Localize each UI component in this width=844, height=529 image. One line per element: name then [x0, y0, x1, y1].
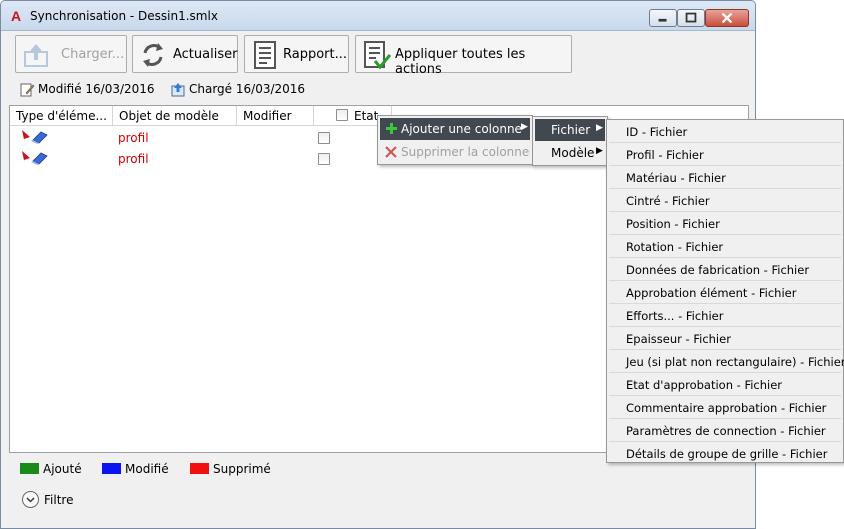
report-icon [254, 41, 276, 69]
column-option[interactable]: Rotation - Fichier [609, 235, 841, 258]
column-option-label: Profil - Fichier [626, 148, 704, 162]
column-option[interactable]: Cintré - Fichier [609, 189, 841, 212]
loaded-label: Chargé 16/03/2016 [189, 82, 306, 96]
submenu-item-fichier[interactable]: Fichier ▶ [535, 119, 605, 141]
column-option[interactable]: Position - Fichier [609, 212, 841, 235]
apply-checklist-icon [364, 41, 391, 70]
close-icon [721, 12, 733, 24]
column-option-label: Etat d'approbation - Fichier [626, 378, 783, 392]
submenu-item-modele[interactable]: Modèle ▶ [535, 142, 605, 164]
objet-cell: profil [118, 152, 149, 166]
column-option[interactable]: Approbation élément - Fichier [609, 281, 841, 304]
modified-label: Modifié 16/03/2016 [38, 82, 155, 96]
plus-icon [386, 123, 397, 134]
column-option-label: ID - Fichier [626, 125, 688, 139]
legend-label: Supprimé [213, 462, 271, 476]
charger-label: Charger... [61, 47, 125, 62]
etat-select-all-checkbox[interactable] [336, 109, 348, 121]
column-option-label: Commentaire approbation - Fichier [626, 401, 827, 415]
appliquer-label: Appliquer toutes les actions [395, 47, 526, 77]
loaded-document-icon [171, 83, 185, 97]
column-option-label: Epaisseur - Fichier [626, 332, 731, 346]
column-option-label: Cintré - Fichier [626, 194, 710, 208]
rapport-button[interactable]: Rapport... [244, 35, 349, 73]
chevron-down-icon [22, 491, 39, 508]
maximize-button[interactable] [677, 9, 705, 27]
filter-label: Filtre [44, 493, 74, 507]
menu-item-label: Ajouter une colonne [401, 122, 522, 136]
rapport-label: Rapport... [283, 47, 348, 62]
column-option[interactable]: Paramètres de connection - Fichier [609, 419, 841, 442]
column-option-label: Matériau - Fichier [626, 171, 726, 185]
column-option[interactable]: Commentaire approbation - Fichier [609, 396, 841, 419]
column-header-modifier[interactable]: Modifier [237, 106, 314, 126]
column-option[interactable]: Efforts... - Fichier [609, 304, 841, 327]
submenu-arrow-icon: ▶ [521, 122, 528, 132]
column-option[interactable]: Profil - Fichier [609, 143, 841, 166]
legend-swatch [102, 463, 121, 474]
submenu-item-label: Modèle [551, 146, 595, 160]
column-option[interactable]: Jeu (si plat non rectangulaire) - Fichie… [609, 350, 844, 373]
window-title: Synchronisation - Dessin1.smlx [30, 9, 218, 23]
actualiser-button[interactable]: Actualiser [132, 35, 238, 73]
objet-cell: profil [118, 131, 149, 145]
menu-item-label: Supprimer la colonne [401, 145, 530, 159]
actualiser-label: Actualiser [173, 47, 238, 62]
charger-button[interactable]: Charger... [15, 35, 127, 73]
column-option[interactable]: Détails de groupe de grille - Fichier [609, 442, 841, 465]
maximize-icon [685, 12, 697, 23]
menu-item-ajouter-colonne[interactable]: Ajouter une colonne ▶ [380, 118, 530, 140]
column-header-type[interactable]: Type d'éléme... [10, 106, 113, 126]
column-option-label: Données de fabrication - Fichier [626, 263, 810, 277]
edit-document-icon [20, 83, 35, 97]
column-option-label: Détails de groupe de grille - Fichier [626, 447, 828, 461]
etat-checkbox[interactable] [318, 153, 330, 165]
column-option-label: Approbation élément - Fichier [626, 286, 797, 300]
autocad-logo-icon: A [11, 8, 22, 24]
refresh-icon [143, 43, 163, 67]
column-option-label: Efforts... - Fichier [626, 309, 724, 323]
legend-label: Ajouté [43, 462, 82, 476]
upload-icon [24, 44, 48, 67]
legend-swatch [190, 463, 209, 474]
submenu-item-label: Fichier [551, 123, 591, 137]
legend-swatch [20, 463, 39, 474]
column-option[interactable]: ID - Fichier [609, 120, 841, 143]
appliquer-button[interactable]: Appliquer toutes les actions [355, 35, 572, 77]
column-context-menu: Ajouter une colonne ▶ Supprimer la colon… [377, 115, 533, 165]
title-bar[interactable]: A Synchronisation - Dessin1.smlx [1, 1, 755, 31]
column-option[interactable]: Etat d'approbation - Fichier [609, 373, 841, 396]
close-button[interactable] [705, 9, 749, 27]
minimize-button[interactable] [649, 9, 677, 27]
column-source-submenu: Fichier ▶ Modèle ▶ [532, 116, 608, 166]
column-option-label: Rotation - Fichier [626, 240, 724, 254]
submenu-arrow-icon: ▶ [596, 146, 603, 156]
etat-checkbox[interactable] [318, 132, 330, 144]
column-header-objet[interactable]: Objet de modèle [113, 106, 237, 126]
etat-header-label: Etat [354, 109, 379, 123]
x-icon [385, 146, 397, 158]
column-option[interactable]: Matériau - Fichier [609, 166, 841, 189]
fichier-columns-menu: ID - Fichier Profil - Fichier Matériau -… [606, 119, 844, 463]
menu-item-supprimer-colonne[interactable]: Supprimer la colonne [380, 141, 530, 163]
column-option[interactable]: Epaisseur - Fichier [609, 327, 841, 350]
submenu-arrow-icon: ▶ [596, 123, 603, 133]
column-option-label: Paramètres de connection - Fichier [626, 424, 826, 438]
legend-label: Modifié [125, 462, 169, 476]
minimize-icon [658, 18, 667, 22]
column-option-label: Jeu (si plat non rectangulaire) - Fichie… [626, 355, 844, 369]
column-option[interactable]: Données de fabrication - Fichier [609, 258, 841, 281]
column-option-label: Position - Fichier [626, 217, 720, 231]
